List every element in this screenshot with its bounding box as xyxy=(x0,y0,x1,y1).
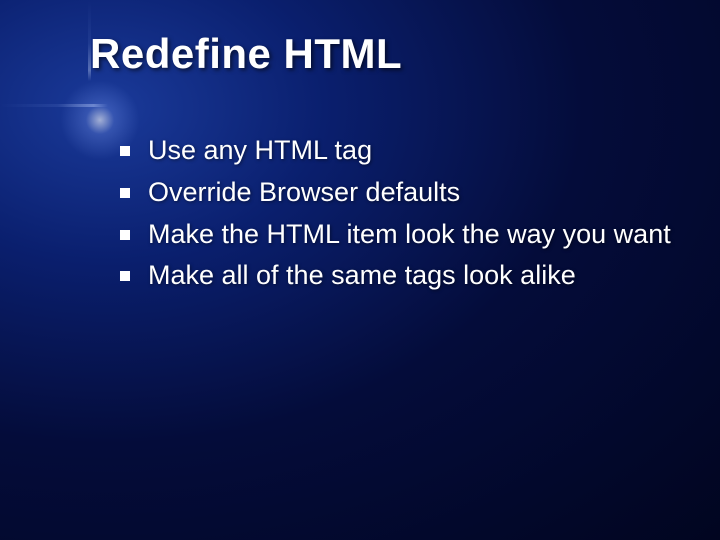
slide-title: Redefine HTML xyxy=(90,30,680,78)
bullet-item: Make the HTML item look the way you want xyxy=(120,216,680,254)
bullet-item: Use any HTML tag xyxy=(120,132,680,170)
bullet-item: Make all of the same tags look alike xyxy=(120,257,680,295)
bullet-list: Use any HTML tag Override Browser defaul… xyxy=(90,132,680,295)
bullet-item: Override Browser defaults xyxy=(120,174,680,212)
slide-content: Redefine HTML Use any HTML tag Override … xyxy=(0,0,720,339)
